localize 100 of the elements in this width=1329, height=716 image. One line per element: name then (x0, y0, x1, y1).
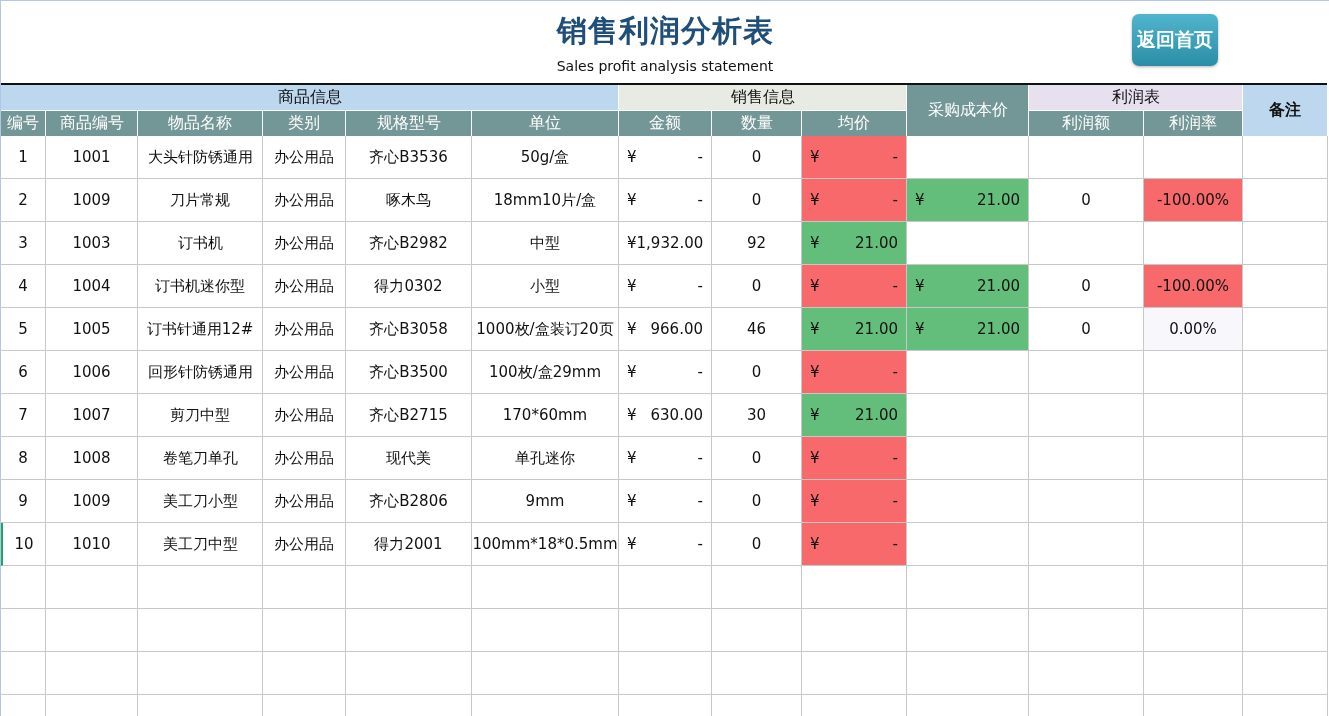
currency-symbol: ¥ (627, 234, 637, 252)
table-cell: 0 (712, 437, 802, 480)
table-cell: 9mm (472, 480, 619, 523)
amount-value: - (892, 449, 898, 467)
column-header: 物品名称 (138, 110, 263, 136)
table-cell: 办公用品 (263, 265, 346, 308)
table-cell: 得力0302 (346, 265, 472, 308)
table-cell: 美工刀小型 (138, 480, 263, 523)
group-header: 商品信息 (1, 85, 619, 110)
amount-value: - (892, 277, 898, 295)
table-cell: 现代美 (346, 437, 472, 480)
table-cell: 1006 (46, 351, 138, 394)
table-cell: 啄木鸟 (346, 179, 472, 222)
amount-value: - (697, 191, 703, 209)
currency-symbol: ¥ (810, 449, 820, 467)
amount-value: - (892, 191, 898, 209)
column-header: 商品编号 (46, 110, 138, 136)
table-cell: 刀片常规 (138, 179, 263, 222)
table-cell: 3 (1, 222, 46, 265)
sheet-title: 销售利润分析表 (556, 11, 774, 50)
table-cell: 美工刀中型 (138, 523, 263, 566)
table-cell: 30 (712, 394, 802, 437)
currency-symbol: ¥ (627, 363, 637, 381)
amount-value: 630.00 (650, 406, 703, 424)
table-cell: 订书机迷你型 (138, 265, 263, 308)
table-cell: 得力2001 (346, 523, 472, 566)
table-cell: 1007 (46, 394, 138, 437)
table-cell: 5 (1, 308, 46, 351)
table-cell: 齐心B3536 (346, 136, 472, 179)
table-cell: 1001 (46, 136, 138, 179)
table-cell: 办公用品 (263, 394, 346, 437)
amount-value: - (697, 535, 703, 553)
amount-value: - (697, 148, 703, 166)
amount-value: 21.00 (855, 234, 898, 252)
table-cell: 9 (1, 480, 46, 523)
table-cell: 0 (712, 179, 802, 222)
amount-value: 21.00 (977, 277, 1020, 295)
currency-symbol: ¥ (627, 449, 637, 467)
currency-symbol: ¥ (627, 277, 637, 295)
currency-symbol: ¥ (810, 535, 820, 553)
amount-value: 21.00 (855, 320, 898, 338)
column-header: 利润率 (1144, 110, 1243, 136)
table-cell: 4 (1, 265, 46, 308)
column-header: 数量 (712, 110, 802, 136)
group-header: 利润表 (1029, 85, 1243, 110)
table-cell: 齐心B2715 (346, 394, 472, 437)
table-cell: 回形针防锈通用 (138, 351, 263, 394)
currency-symbol: ¥ (810, 148, 820, 166)
column-header: 备注 (1243, 85, 1328, 136)
table-cell: 齐心B2806 (346, 480, 472, 523)
amount-value: - (697, 492, 703, 510)
table-cell: 8 (1, 437, 46, 480)
column-header: 类别 (263, 110, 346, 136)
column-header: 编号 (1, 110, 46, 136)
table-cell: 办公用品 (263, 222, 346, 265)
table-cell: 单孔迷你 (472, 437, 619, 480)
currency-symbol: ¥ (810, 277, 820, 295)
amount-value: 966.00 (650, 320, 703, 338)
currency-symbol: ¥ (915, 320, 925, 338)
table-cell: 2 (1, 179, 46, 222)
currency-symbol: ¥ (915, 191, 925, 209)
table-cell: 100枚/盒29mm (472, 351, 619, 394)
table-cell: 92 (712, 222, 802, 265)
table-cell: 0 (712, 480, 802, 523)
table-cell: 1004 (46, 265, 138, 308)
table-cell: 100mm*18*0.5mm (472, 523, 619, 566)
amount-value: 21.00 (855, 406, 898, 424)
amount-value: 21.00 (977, 320, 1020, 338)
currency-symbol: ¥ (627, 535, 637, 553)
amount-value: 21.00 (977, 191, 1020, 209)
table-cell: 办公用品 (263, 308, 346, 351)
currency-symbol: ¥ (627, 492, 637, 510)
group-header: 销售信息 (619, 85, 907, 110)
table-cell: -100.00% (1144, 179, 1243, 222)
amount-value: - (892, 535, 898, 553)
table-cell: 办公用品 (263, 523, 346, 566)
column-header: 采购成本价 (907, 85, 1029, 136)
amount-value: - (697, 363, 703, 381)
table-cell: 0 (1029, 308, 1144, 351)
table-cell: 6 (1, 351, 46, 394)
table-cell: 10 (1, 523, 46, 566)
table-cell: 办公用品 (263, 437, 346, 480)
table-cell: 0 (1029, 179, 1144, 222)
currency-symbol: ¥ (915, 277, 925, 295)
table-cell: 齐心B3500 (346, 351, 472, 394)
currency-symbol: ¥ (810, 191, 820, 209)
table-cell: 18mm10片/盒 (472, 179, 619, 222)
table-cell: 0.00% (1144, 308, 1243, 351)
column-header: 单位 (472, 110, 619, 136)
home-button[interactable]: 返回首页 (1132, 14, 1218, 66)
table-cell: 订书针通用12# (138, 308, 263, 351)
table-cell: 剪刀中型 (138, 394, 263, 437)
amount-value: - (892, 148, 898, 166)
amount-value: 1,932.00 (636, 234, 704, 252)
sheet-subtitle: Sales profit analysis statement (556, 57, 774, 74)
table-cell: 订书机 (138, 222, 263, 265)
table-cell: 小型 (472, 265, 619, 308)
table-cell: 1003 (46, 222, 138, 265)
currency-symbol: ¥ (810, 406, 820, 424)
table-cell: 齐心B2982 (346, 222, 472, 265)
